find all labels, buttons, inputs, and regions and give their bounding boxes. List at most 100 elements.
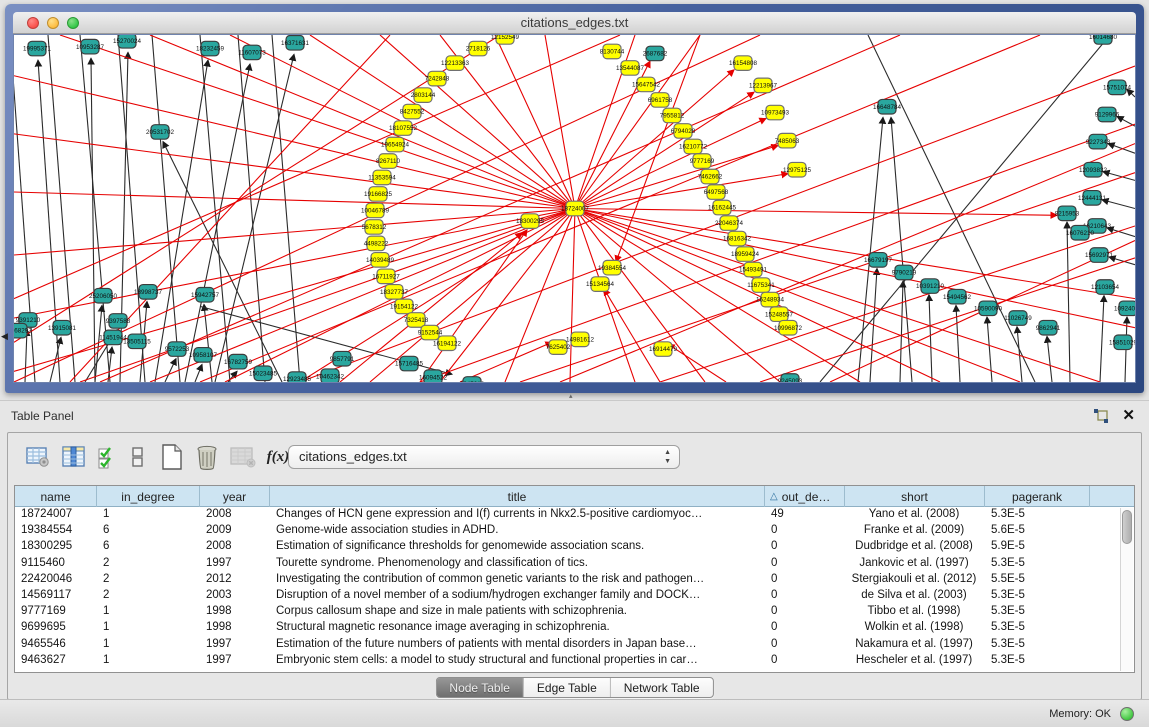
network-edge[interactable]	[200, 35, 1040, 382]
table-row[interactable]: 946554611997Estimation of the future num…	[15, 637, 1134, 653]
network-edge[interactable]	[575, 209, 780, 383]
column-header-name[interactable]: name	[15, 486, 97, 507]
network-edge[interactable]	[604, 289, 660, 382]
network-node[interactable]: 9862941	[1036, 320, 1061, 335]
network-edge[interactable]	[505, 209, 575, 383]
network-edge[interactable]	[14, 209, 575, 256]
network-node[interactable]: 15692971	[1085, 248, 1114, 263]
delete-table-icon[interactable]	[229, 443, 257, 471]
network-node[interactable]: 15942757	[191, 287, 220, 302]
table-settings-icon[interactable]	[24, 443, 52, 471]
table-row[interactable]: 1872400712008Changes of HCN gene express…	[15, 507, 1134, 523]
network-node[interactable]: 8130744	[600, 44, 625, 59]
network-node[interactable]: 5678312	[362, 220, 387, 235]
network-edge[interactable]	[215, 54, 294, 382]
new-document-icon[interactable]	[158, 443, 186, 471]
network-edge[interactable]	[80, 35, 110, 382]
network-node[interactable]: 15270024	[113, 35, 142, 48]
network-edge[interactable]	[60, 35, 575, 209]
network-edge[interactable]	[1100, 296, 1104, 382]
network-node[interactable]: 9790219	[892, 265, 917, 280]
vertical-scrollbar[interactable]	[1120, 508, 1133, 671]
network-edge[interactable]	[987, 317, 992, 382]
network-edge[interactable]	[14, 76, 575, 209]
table-row[interactable]: 2242004622012Investigating the contribut…	[15, 572, 1134, 588]
network-edge[interactable]	[420, 230, 527, 382]
network-node[interactable]: 22046374	[715, 216, 744, 231]
network-edge[interactable]	[155, 60, 208, 382]
network-node[interactable]: 13915081	[48, 320, 77, 335]
network-node[interactable]: 12444131	[1078, 191, 1107, 206]
network-node[interactable]: 8267110	[376, 154, 401, 169]
network-edge[interactable]	[900, 281, 903, 382]
splitter-handle[interactable]: ▴	[569, 392, 573, 400]
table-row[interactable]: 977716911998Corpus callosum shape and si…	[15, 604, 1134, 620]
network-node[interactable]: 7485063	[775, 133, 800, 148]
network-node[interactable]: 10924052	[1114, 301, 1135, 316]
network-node[interactable]: 9245093	[778, 374, 803, 382]
network-node[interactable]: 15134564	[586, 277, 615, 292]
column-header-pagerank[interactable]: pagerank	[985, 486, 1090, 507]
network-edge[interactable]	[1102, 200, 1135, 209]
network-node[interactable]: 10391210	[916, 279, 945, 294]
network-edge[interactable]	[575, 209, 860, 383]
network-node[interactable]: 6497568	[704, 185, 729, 200]
network-edge[interactable]	[1103, 172, 1135, 181]
show-column-icon[interactable]	[60, 443, 88, 471]
network-canvas[interactable]: 1999537110953287152700241823245911607073…	[13, 34, 1136, 383]
table-select-dropdown[interactable]: citations_edges.txt ▲▼	[288, 445, 680, 469]
network-node[interactable]: 10046789	[361, 203, 390, 218]
network-edge[interactable]	[520, 173, 1135, 382]
network-node[interactable]: 12975125	[783, 162, 812, 177]
network-graph[interactable]: 1999537110953287152700241823245911607073…	[14, 35, 1135, 382]
scrollbar-thumb[interactable]	[1122, 510, 1132, 544]
network-node[interactable]: 4498222	[364, 236, 389, 251]
network-node[interactable]: 9857791	[330, 351, 355, 366]
network-node[interactable]: 9245012	[460, 377, 485, 382]
network-edge[interactable]	[14, 134, 575, 209]
column-header-year[interactable]: year	[200, 486, 270, 507]
network-node[interactable]: 16162445	[708, 200, 737, 215]
network-node[interactable]: 9397588	[106, 314, 131, 329]
network-node[interactable]: 12923485	[283, 372, 312, 382]
table-row[interactable]: 1456911722003Disruption of a novel membe…	[15, 588, 1134, 604]
network-edge[interactable]	[575, 174, 788, 209]
network-node[interactable]: 16210772	[679, 139, 708, 154]
network-edge[interactable]	[238, 35, 265, 382]
network-edge[interactable]	[340, 233, 522, 382]
network-edge[interactable]	[760, 258, 1135, 382]
network-node[interactable]: 15248557	[765, 307, 794, 322]
network-node[interactable]: 16914479	[649, 342, 678, 357]
network-edge[interactable]	[1067, 222, 1070, 382]
network-node[interactable]: 10958107	[189, 348, 218, 363]
network-edge[interactable]	[1047, 336, 1052, 382]
network-node[interactable]: 11675341	[747, 278, 775, 293]
row-height-icon[interactable]	[124, 443, 152, 471]
network-node[interactable]: 2718126	[466, 41, 491, 56]
memory-indicator[interactable]	[1120, 707, 1134, 721]
network-node[interactable]: 9129966	[1095, 107, 1120, 122]
tab-node-table[interactable]: Node Table	[436, 678, 524, 697]
network-node[interactable]: 25206050	[89, 288, 118, 303]
trash-icon[interactable]	[193, 443, 221, 471]
network-node[interactable]: 16154808	[729, 56, 758, 71]
table-row[interactable]: 911546021997Tourette syndrome. Phenomeno…	[15, 556, 1134, 572]
network-edge[interactable]	[165, 359, 176, 382]
network-node[interactable]: 9227343	[1086, 134, 1111, 149]
network-node[interactable]: 13505115	[123, 334, 151, 349]
network-node[interactable]: 11026749	[1004, 311, 1032, 326]
network-edge[interactable]	[440, 209, 575, 383]
network-node[interactable]: 15851029	[1109, 335, 1135, 350]
network-node[interactable]: 14981612	[566, 332, 595, 347]
network-node[interactable]: 16371631	[281, 35, 310, 50]
network-node[interactable]: 6961758	[648, 93, 673, 108]
network-edge[interactable]	[1107, 228, 1135, 237]
tab-edge-table[interactable]: Edge Table	[524, 678, 611, 697]
network-node[interactable]: 19995371	[23, 41, 52, 56]
network-node[interactable]: 11353594	[368, 170, 396, 185]
close-icon[interactable]: ✕	[1122, 406, 1135, 424]
network-edge[interactable]	[91, 58, 95, 382]
network-node[interactable]: 2687682	[643, 46, 668, 61]
network-edge[interactable]	[929, 295, 932, 382]
network-node[interactable]: 6794028	[671, 124, 696, 139]
